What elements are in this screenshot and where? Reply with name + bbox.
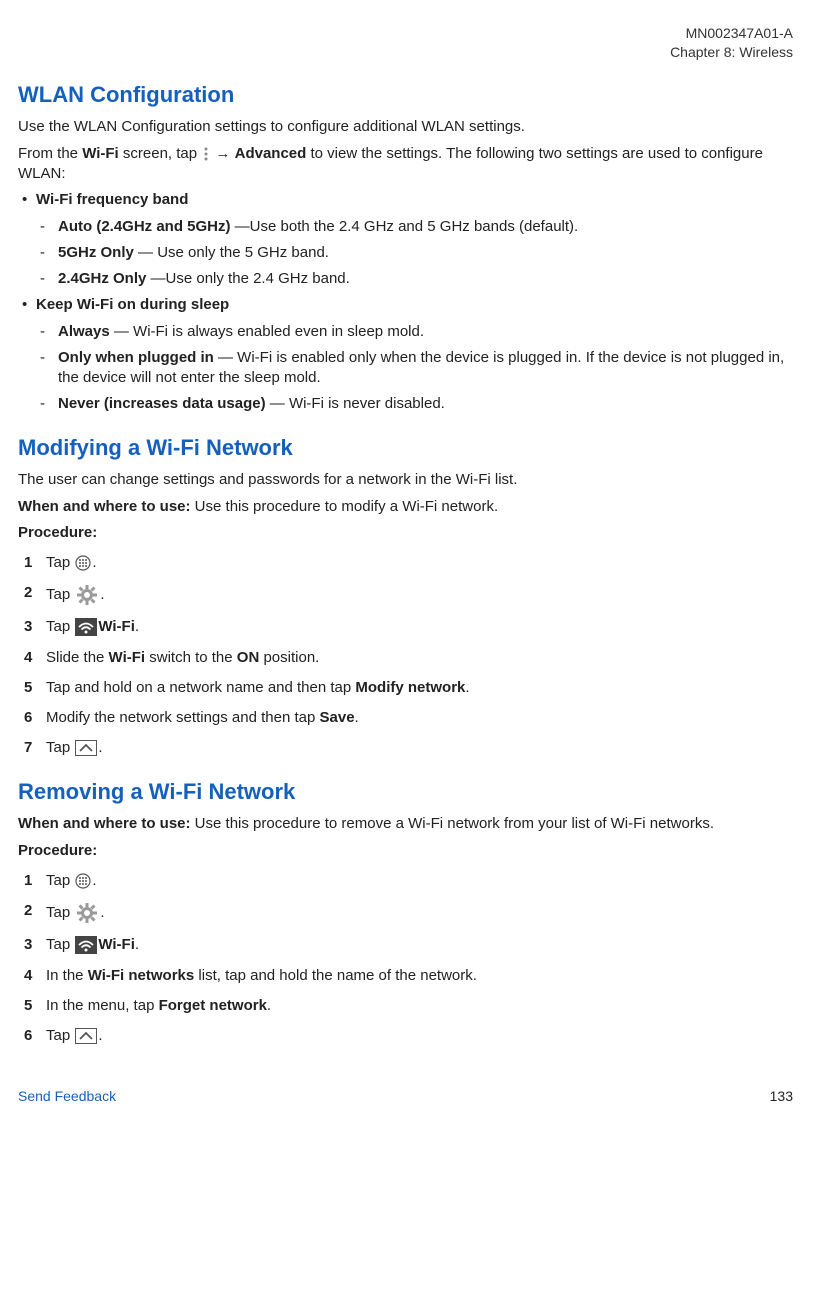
list-item: Always — Wi-Fi is always enabled even in… xyxy=(36,322,793,342)
procedure-label: Procedure: xyxy=(18,841,793,861)
step: In the Wi-Fi networks list, tap and hold… xyxy=(18,966,793,986)
list-item: Wi-Fi frequency band Auto (2.4GHz and 5G… xyxy=(18,190,793,289)
list-item: 2.4GHz Only —Use only the 2.4 GHz band. xyxy=(36,269,793,289)
modify-when: When and where to use: Use this procedur… xyxy=(18,497,793,517)
step: Tap . xyxy=(18,738,793,758)
step: Tap Wi-Fi. xyxy=(18,935,793,955)
page-footer: Send Feedback 133 xyxy=(18,1087,793,1106)
home-icon xyxy=(75,1026,97,1046)
step: Tap . xyxy=(18,1026,793,1046)
step: Tap Wi-Fi. xyxy=(18,617,793,637)
list-item: Only when plugged in — Wi-Fi is enabled … xyxy=(36,348,793,389)
step: Tap . xyxy=(18,553,793,573)
wlan-settings-list: Wi-Fi frequency band Auto (2.4GHz and 5G… xyxy=(18,190,793,414)
wlan-nav: From the Wi-Fi screen, tap → Advanced to… xyxy=(18,144,793,185)
wifi-icon xyxy=(75,935,97,955)
menu-overflow-icon xyxy=(202,144,210,164)
remove-steps: Tap . Tap . Tap Wi-Fi. In the Wi-Fi netw… xyxy=(18,871,793,1047)
remove-when: When and where to use: Use this procedur… xyxy=(18,814,793,834)
list-item: Keep Wi-Fi on during sleep Always — Wi-F… xyxy=(18,295,793,414)
step: Tap . xyxy=(18,583,793,607)
list-item: Never (increases data usage) — Wi-Fi is … xyxy=(36,394,793,414)
wlan-intro: Use the WLAN Configuration settings to c… xyxy=(18,117,793,137)
send-feedback-link[interactable]: Send Feedback xyxy=(18,1087,116,1106)
modify-intro: The user can change settings and passwor… xyxy=(18,470,793,490)
settings-gear-icon xyxy=(75,583,99,607)
step: Tap and hold on a network name and then … xyxy=(18,678,793,698)
home-icon xyxy=(75,738,97,758)
list-item: 5GHz Only — Use only the 5 GHz band. xyxy=(36,243,793,263)
settings-gear-icon xyxy=(75,901,99,925)
section-title-wlan-config: WLAN Configuration xyxy=(18,80,793,110)
chapter-label: Chapter 8: Wireless xyxy=(670,44,793,60)
page-header: MN002347A01-A Chapter 8: Wireless xyxy=(18,24,793,62)
wifi-icon xyxy=(75,617,97,637)
section-title-modify-wifi: Modifying a Wi-Fi Network xyxy=(18,433,793,463)
section-title-remove-wifi: Removing a Wi-Fi Network xyxy=(18,777,793,807)
list-item: Auto (2.4GHz and 5GHz) —Use both the 2.4… xyxy=(36,217,793,237)
apps-grid-icon xyxy=(75,871,91,891)
step: Tap . xyxy=(18,871,793,891)
procedure-label: Procedure: xyxy=(18,523,793,543)
step: Tap . xyxy=(18,901,793,925)
step: In the menu, tap Forget network. xyxy=(18,996,793,1016)
step: Modify the network settings and then tap… xyxy=(18,708,793,728)
page-number: 133 xyxy=(770,1087,793,1106)
apps-grid-icon xyxy=(75,553,91,573)
step: Slide the Wi-Fi switch to the ON positio… xyxy=(18,648,793,668)
doc-id: MN002347A01-A xyxy=(686,25,793,41)
modify-steps: Tap . Tap . Tap Wi-Fi. Slide the Wi-Fi s… xyxy=(18,553,793,759)
